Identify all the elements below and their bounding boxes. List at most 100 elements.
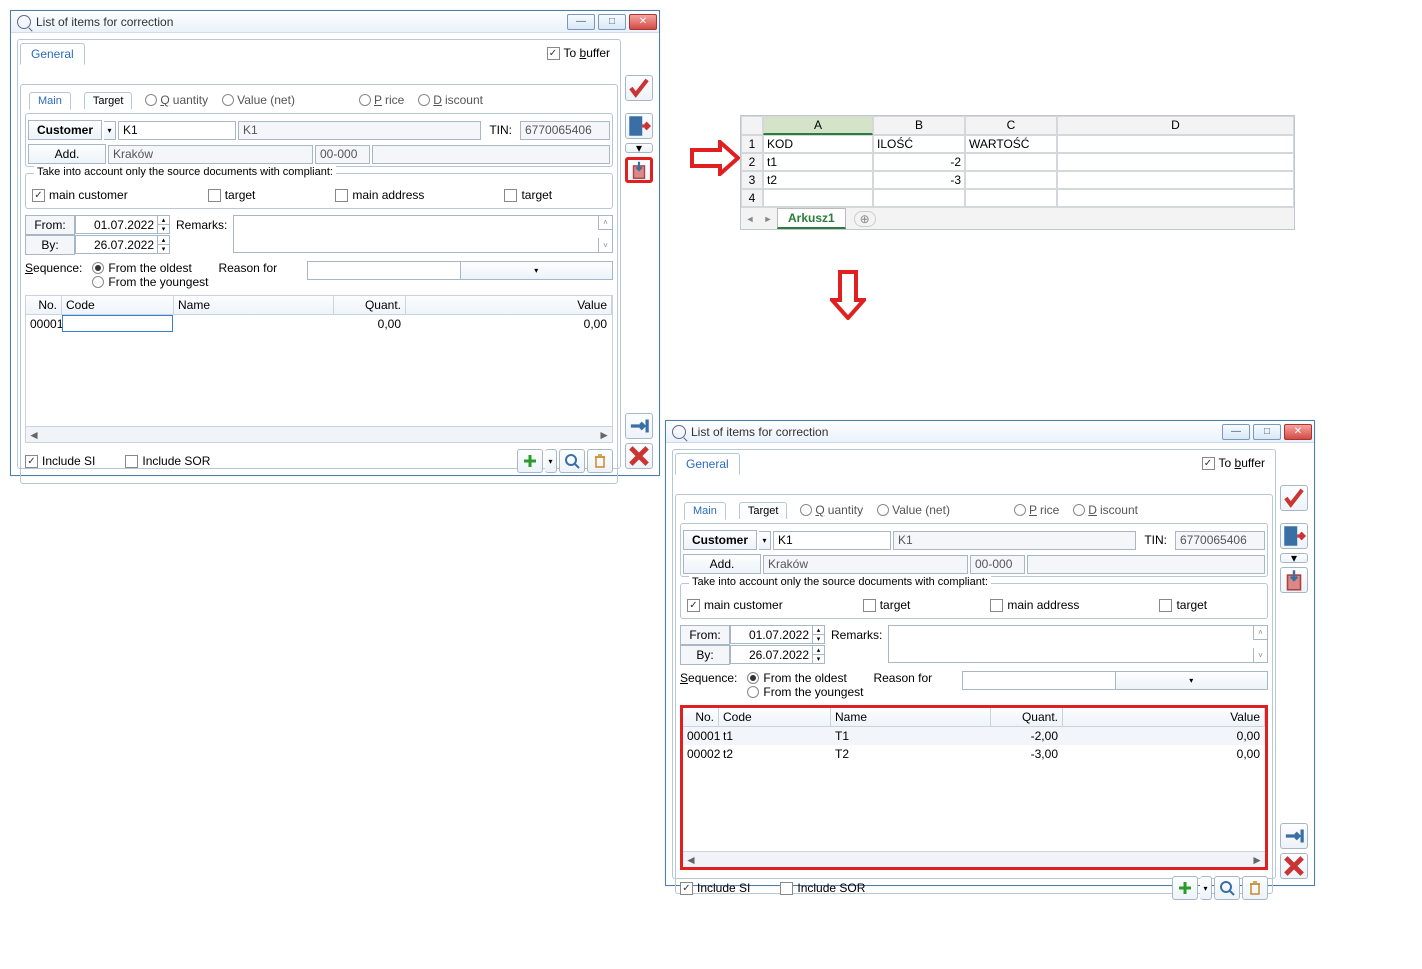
radio-discount[interactable]: Discount [418,93,483,107]
cancel-button[interactable] [625,443,653,469]
radio-from-oldest[interactable]: From the oldest [92,261,208,275]
by-date-input[interactable]: 26.07.2022▴▾ [75,235,170,254]
chk-target-2[interactable]: target [504,188,552,202]
chk-target-1[interactable]: target [863,598,911,612]
customer-button[interactable]: Customer [683,530,757,550]
address-button[interactable]: Add. [28,144,106,164]
remarks-scroll-up[interactable]: ˄ [598,216,612,230]
radio-from-youngest[interactable]: From the youngest [92,275,208,289]
zoom-button[interactable] [559,449,585,473]
remarks-scroll-down[interactable]: ˅ [598,238,612,252]
maximize-button[interactable]: □ [598,14,626,30]
export-dropdown[interactable]: ▾ [625,143,653,153]
col-no[interactable]: No. [26,296,62,314]
chk-main-customer[interactable]: main customer [687,598,783,612]
to-buffer-checkbox[interactable]: To buffer [547,46,611,60]
radio-from-oldest[interactable]: From the oldest [747,671,863,685]
delete-button[interactable] [587,449,613,473]
radio-discount[interactable]: Discount [1073,503,1138,517]
customer-button[interactable]: Customer [28,120,102,140]
col-C[interactable]: C [965,116,1057,135]
close-button[interactable]: ✕ [1284,424,1312,440]
excel-row[interactable]: 1KODILOŚĆWARTOŚĆ [741,135,1294,153]
col-D[interactable]: D [1057,116,1294,135]
add-sheet-button[interactable]: ⊕ [854,211,876,227]
customer-code-input[interactable]: K1 [118,121,236,140]
horizontal-scrollbar[interactable]: ◄► [683,851,1265,867]
tab-target[interactable]: Target [739,502,788,519]
import-button[interactable] [1280,567,1308,593]
chk-main-address[interactable]: main address [990,598,1079,612]
address-button[interactable]: Add. [683,554,761,574]
radio-from-youngest[interactable]: From the youngest [747,685,863,699]
select-all-cell[interactable] [741,116,763,135]
remarks-textarea[interactable]: ˄ ˅ [888,625,1268,663]
sheet-nav-prev[interactable]: ► [759,214,777,224]
col-code[interactable]: Code [62,296,174,314]
chk-include-sor[interactable]: Include SOR [125,454,210,468]
zoom-button[interactable] [1214,876,1240,900]
reason-combo[interactable]: ▾ [307,261,613,280]
tab-general[interactable]: General [20,43,85,65]
radio-quantity[interactable]: Quantity [145,93,208,107]
apply-button[interactable] [625,75,653,101]
tab-main[interactable]: Main [684,502,726,520]
excel-row[interactable]: 2t1-2 [741,153,1294,171]
add-button[interactable] [517,449,543,473]
chk-include-si[interactable]: Include SI [680,881,750,895]
export-button[interactable] [625,113,653,139]
radio-price[interactable]: Price [359,93,404,107]
to-buffer-checkbox[interactable]: To buffer [1202,456,1266,470]
excel-row[interactable]: 3t2-3 [741,171,1294,189]
maximize-button[interactable]: □ [1253,424,1281,440]
table-row[interactable]: 00001t1T1-2,000,00 [683,727,1265,745]
customer-code-input[interactable]: K1 [773,531,891,550]
pull-button[interactable] [1280,823,1308,849]
cancel-button[interactable] [1280,853,1308,879]
radio-value-net[interactable]: Value (net) [222,93,295,107]
by-date-input[interactable]: 26.07.2022▴▾ [730,645,825,664]
chk-include-si[interactable]: Include SI [25,454,95,468]
export-dropdown[interactable]: ▾ [1280,553,1308,563]
close-button[interactable]: ✕ [629,14,657,30]
col-quant[interactable]: Quant. [334,296,406,314]
col-value[interactable]: Value [406,296,612,314]
items-grid[interactable]: No. Code Name Quant. Value 00001t1T1-2,0… [680,705,1268,870]
radio-price[interactable]: Price [1014,503,1059,517]
minimize-button[interactable]: — [1222,424,1250,440]
delete-button[interactable] [1242,876,1268,900]
radio-quantity[interactable]: Quantity [800,503,863,517]
import-button[interactable] [625,157,653,183]
items-grid[interactable]: No. Code Name Quant. Value 00001 0,00 0,… [25,295,613,443]
table-row[interactable]: 00002t2T2-3,000,00 [683,745,1265,763]
tab-main[interactable]: Main [29,92,71,110]
apply-button[interactable] [1280,485,1308,511]
from-date-input[interactable]: 01.07.2022▴▾ [730,625,825,644]
add-dropdown[interactable]: ▾ [1200,876,1212,900]
excel-row[interactable]: 4 [741,189,1294,207]
chk-target-2[interactable]: target [1159,598,1207,612]
add-button[interactable] [1172,876,1198,900]
minimize-button[interactable]: — [567,14,595,30]
radio-value-net[interactable]: Value (net) [877,503,950,517]
pull-button[interactable] [625,413,653,439]
col-A[interactable]: A [763,116,873,135]
export-button[interactable] [1280,523,1308,549]
chk-target-1[interactable]: target [208,188,256,202]
code-edit-cell[interactable] [62,315,173,332]
add-dropdown[interactable]: ▾ [545,449,557,473]
sheet-nav-first[interactable]: ◄ [741,214,759,224]
remarks-textarea[interactable]: ˄ ˅ [233,215,613,253]
customer-dropdown[interactable]: ▾ [104,121,116,140]
tab-general[interactable]: General [675,453,740,475]
col-B[interactable]: B [873,116,965,135]
sheet-tab[interactable]: Arkusz1 [777,208,846,229]
chk-main-customer[interactable]: main customer [32,188,128,202]
chk-include-sor[interactable]: Include SOR [780,881,865,895]
chk-main-address[interactable]: main address [335,188,424,202]
from-date-input[interactable]: 01.07.2022▴▾ [75,215,170,234]
table-row[interactable]: 00001 0,00 0,00 [26,315,612,333]
reason-combo[interactable]: ▾ [962,671,1268,690]
customer-dropdown[interactable]: ▾ [759,531,771,550]
horizontal-scrollbar[interactable]: ◄► [26,426,612,442]
